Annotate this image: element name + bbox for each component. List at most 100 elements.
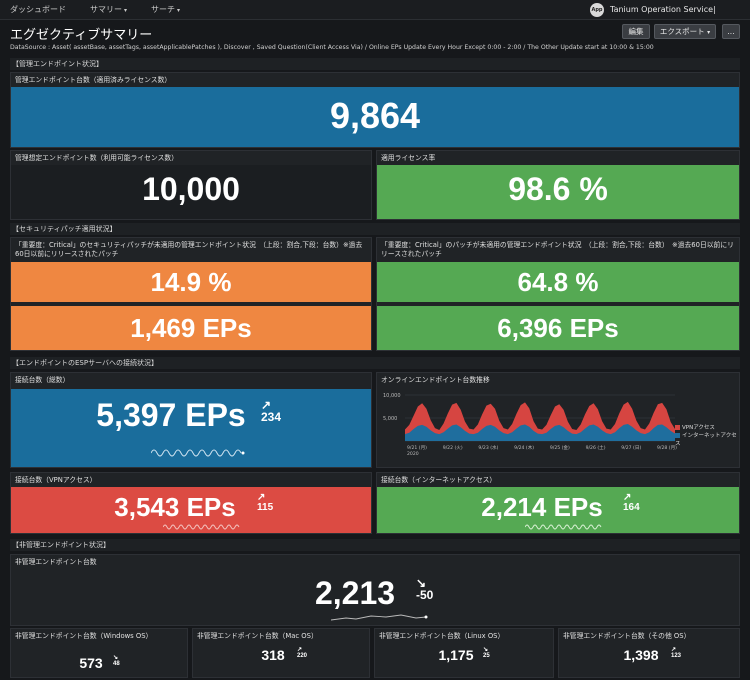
other-pct-tile: 64.8 %: [377, 262, 739, 302]
trend-indicator: ↗ 164: [623, 493, 640, 513]
panel-title: 非管理エンドポイント台数（その他 OS）: [563, 632, 691, 640]
x-tick-label: 2020: [407, 451, 419, 457]
top-navigation-bar: ダッシュボード サマリー ▾ サーチ ▾ App Tanium Operation …: [0, 0, 750, 20]
trend-indicator: ↘ -50: [416, 577, 433, 601]
trend-value: 234: [261, 410, 282, 424]
y-tick-label: 5,000: [383, 416, 397, 422]
nav-search-label: サーチ: [151, 5, 176, 14]
trend-value: 164: [623, 502, 640, 513]
nav-dashboard[interactable]: ダッシュボード: [10, 4, 66, 15]
panel-title: 非管理エンドポイント台数（Mac OS）: [197, 632, 318, 640]
datasource-text: DataSource : Asset( assetBase, assetTags…: [10, 44, 654, 51]
legend-item-internet: インターネットアクセス: [675, 431, 739, 447]
section-unmanaged-header: 【非管理エンドポイント状況】: [10, 539, 740, 551]
export-label: エクスポート: [659, 27, 705, 36]
panel-title: 接続台数（インターネットアクセス）: [381, 476, 497, 484]
trend-value: 25: [483, 653, 490, 659]
chevron-down-icon: ▾: [707, 29, 711, 36]
chevron-down-icon: ▾: [124, 7, 128, 14]
other-patch-panel: 「重要度：Critical」のパッチが未適用の管理エンドポイント状況 （上段：割…: [376, 237, 740, 351]
legend-swatch: [675, 433, 680, 438]
metric-value: 1,469 EPs: [130, 313, 252, 343]
sparkline: [163, 524, 240, 530]
panel-title: オンラインエンドポイント台数推移: [381, 376, 490, 384]
metric-value: 14.9 %: [150, 267, 232, 297]
managed-total-panel: 管理エンドポイント台数（適用済みライセンス数） 9,864: [10, 72, 740, 148]
critical-patch-panel: 「重要度：Critical」のセキュリティパッチが未適用の管理エンドポイント状況…: [10, 237, 372, 351]
metric-value: 10,000: [142, 171, 240, 207]
export-button[interactable]: エクスポート ▾: [654, 24, 716, 39]
metric-value: 573: [79, 655, 103, 671]
sparkline: [331, 614, 428, 621]
online-trend-panel: オンラインエンドポイント台数推移 10,000 5,000 9/21 (月) 2020…: [376, 372, 740, 468]
legend-label: インターネットアクセス: [675, 433, 737, 447]
metric-value: 2,214 EPs: [481, 492, 603, 522]
edit-button[interactable]: 編集: [622, 24, 650, 39]
panel-title: 「重要度：Critical」のパッチが未適用の管理エンドポイント状況 （上段：割…: [381, 241, 734, 258]
section-esp-header: 【エンドポイントのESPサーバへの接続状況】: [10, 357, 740, 369]
trend-value: 115: [257, 502, 274, 513]
metric-value: 6,396 EPs: [497, 313, 619, 343]
x-tick-label: 9/25 (金): [550, 444, 570, 451]
panel-title: 非管理エンドポイント台数: [15, 558, 97, 566]
panel-title: 管理想定エンドポイント数（利用可能ライセンス数）: [15, 154, 178, 162]
panel-title: 非管理エンドポイント台数（Linux OS）: [379, 632, 505, 640]
sparkline: [525, 524, 602, 530]
metric-value: 3,543 EPs: [114, 492, 236, 522]
metric-value: 318: [261, 647, 285, 663]
trend-value: -50: [416, 588, 434, 602]
trend-indicator: ↘ 25: [483, 647, 490, 659]
license-rate-tile: 98.6 %: [377, 165, 739, 219]
esp-total-tile: 5,397 EPs ↗ 234: [11, 389, 371, 467]
x-tick-label: 9/22 (火): [443, 445, 463, 451]
panel-title: 適用ライセンス率: [381, 154, 436, 162]
nav-summary-menu[interactable]: サマリー ▾: [90, 4, 127, 15]
legend-item-vpn: VPNアクセス: [675, 423, 739, 431]
unmanaged-total-panel: 非管理エンドポイント台数 2,213 ↘ -50: [10, 554, 740, 626]
panel-title: 非管理エンドポイント台数（Windows OS）: [15, 632, 153, 640]
app-logo-icon[interactable]: App: [590, 3, 604, 17]
esp-internet-panel: 接続台数（インターネットアクセス） 2,214 EPs ↗ 164: [376, 472, 740, 534]
x-tick-label: 9/24 (木): [514, 444, 534, 451]
managed-expected-panel: 管理想定エンドポイント数（利用可能ライセンス数） 10,000: [10, 150, 372, 220]
trend-indicator: ↗ 234: [261, 399, 281, 423]
other-count-tile: 6,396 EPs: [377, 306, 739, 350]
metric-value: 98.6 %: [508, 171, 608, 207]
panel-title: 接続台数（VPNアクセス）: [15, 476, 97, 484]
app-name[interactable]: Tanium Operation Service|: [610, 5, 716, 14]
legend-swatch: [675, 425, 680, 430]
esp-internet-tile: 2,214 EPs ↗ 164: [377, 487, 739, 533]
esp-total-panel: 接続台数（総数） 5,397 EPs ↗ 234: [10, 372, 372, 468]
x-tick-label: 9/26 (土): [586, 444, 606, 451]
unmanaged-other-panel: 非管理エンドポイント台数（その他 OS） 1,398 ↗ 123: [558, 628, 740, 678]
critical-count-tile: 1,469 EPs: [11, 306, 371, 350]
y-tick-label: 10,000: [383, 393, 401, 399]
nav-search-menu[interactable]: サーチ ▾: [151, 4, 180, 15]
panel-title: 接続台数（総数）: [15, 376, 70, 384]
x-tick-label: 9/21 (月): [407, 445, 427, 451]
chevron-down-icon: ▾: [177, 7, 181, 14]
sparkline: [151, 449, 245, 457]
unmanaged-windows-panel: 非管理エンドポイント台数（Windows OS） 573 ↘ 48: [10, 628, 188, 678]
x-tick-label: 9/27 (日): [621, 445, 641, 451]
metric-value: 64.8 %: [517, 267, 599, 297]
esp-vpn-panel: 接続台数（VPNアクセス） 3,543 EPs ↗ 115: [10, 472, 372, 534]
critical-pct-tile: 14.9 %: [11, 262, 371, 302]
unmanaged-mac-panel: 非管理エンドポイント台数（Mac OS） 318 ↗ 220: [192, 628, 370, 678]
metric-value: 1,175: [438, 647, 474, 663]
trend-indicator: ↗ 115: [257, 493, 273, 513]
trend-value: 123: [671, 653, 682, 659]
x-tick-label: 9/23 (水): [478, 444, 498, 451]
section-managed-header: 【管理エンドポイント状況】: [10, 58, 740, 70]
section-patch-header: 【セキュリティパッチ適用状況】: [10, 223, 740, 235]
metric-value: 1,398: [623, 647, 659, 663]
chart-legend: VPNアクセス インターネットアクセス: [675, 423, 739, 447]
nav-summary-label: サマリー: [90, 5, 122, 14]
trend-indicator: ↗ 220: [297, 647, 307, 659]
trend-value: 48: [113, 661, 120, 667]
metric-value: 5,397 EPs: [96, 397, 246, 433]
managed-total-tile: 9,864: [11, 87, 739, 147]
panel-title: 管理エンドポイント台数（適用済みライセンス数）: [15, 76, 172, 84]
trend-indicator: ↗ 123: [671, 647, 681, 659]
more-options-button[interactable]: ...: [722, 24, 740, 39]
